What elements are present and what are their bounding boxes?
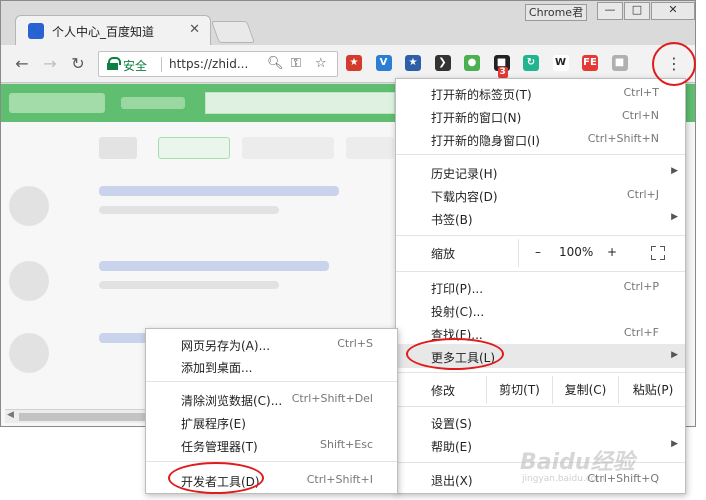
tab-title: 个人中心_百度知道 xyxy=(52,25,155,39)
avatar xyxy=(9,261,49,301)
menu-item-downloads[interactable]: 下载内容(D) Ctrl+J xyxy=(396,184,685,206)
watermark-brand: Baidu经验 xyxy=(520,450,635,475)
notes-ext-icon[interactable]: ■ 3 xyxy=(493,55,510,78)
chrome-main-menu: 打开新的标签页(T) Ctrl+T 打开新的窗口(N) Ctrl+N 打开新的隐… xyxy=(395,78,686,494)
forward-arrow-icon[interactable]: → xyxy=(39,53,61,75)
more-tools-submenu: 网页另存为(A)... Ctrl+S 添加到桌面... 清除浏览数据(C)...… xyxy=(145,328,398,494)
zoom-magnifier-icon[interactable]: 🔍︎ xyxy=(267,56,284,71)
menu-item-save-page[interactable]: 网页另存为(A)... Ctrl+S xyxy=(146,333,397,355)
menu-item-find[interactable]: 查找(F)... Ctrl+F xyxy=(396,322,685,344)
menu-divider xyxy=(396,372,685,373)
fe-ext-icon[interactable]: FE xyxy=(582,55,598,71)
dark-ext-icon[interactable]: ❯ xyxy=(434,55,451,71)
zoom-label: 缩放 xyxy=(431,247,456,261)
paw-icon: 🐾 xyxy=(28,23,44,39)
menu-item-bookmarks[interactable]: 书签(B) ▶ xyxy=(396,207,685,229)
page-tab xyxy=(99,137,137,159)
menu-item-incognito[interactable]: 打开新的隐身窗口(I) Ctrl+Shift+N xyxy=(396,128,685,150)
zoom-level: 100% xyxy=(559,245,594,259)
avatar xyxy=(9,186,49,226)
menu-item-more-tools[interactable]: 更多工具(L) ▶ xyxy=(396,344,685,368)
w-ext-icon[interactable]: W xyxy=(552,55,569,71)
zoom-in-button[interactable]: + xyxy=(607,245,617,259)
watermark-url: jingyan.baidu.com xyxy=(522,474,606,484)
address-bar[interactable]: 安全 https://zhid... 🔍︎ ⚿ ☆ xyxy=(98,51,338,77)
menu-item-new-window[interactable]: 打开新的窗口(N) Ctrl+N xyxy=(396,105,685,127)
reload-icon[interactable]: ↻ xyxy=(67,53,89,75)
page-tab xyxy=(346,137,394,159)
avatar xyxy=(9,333,49,373)
page-tab xyxy=(158,137,230,159)
extension-badge: 3 xyxy=(497,67,508,78)
circle-ext-icon[interactable]: ● xyxy=(464,55,480,71)
header-search xyxy=(205,92,395,114)
key-icon[interactable]: ⚿ xyxy=(291,56,301,71)
edit-label: 修改 xyxy=(431,384,456,398)
menu-divider xyxy=(146,461,397,462)
menu-divider xyxy=(396,154,685,155)
minimize-button[interactable]: — xyxy=(597,2,623,20)
list-item xyxy=(9,186,399,226)
bookmark-star-icon[interactable]: ☆ xyxy=(315,56,327,71)
menu-item-extensions[interactable]: 扩展程序(E) xyxy=(146,411,397,433)
cut-button[interactable]: 剪切(T) xyxy=(486,376,552,404)
sync-ext-icon[interactable]: ↻ xyxy=(523,55,539,71)
copy-button[interactable]: 复制(C) xyxy=(552,376,618,404)
fullscreen-icon[interactable] xyxy=(651,246,665,260)
menu-divider xyxy=(396,406,685,407)
submenu-arrow-icon: ▶ xyxy=(671,350,678,360)
edit-row: 修改 剪切(T) 复制(C) 粘贴(P) xyxy=(396,376,685,404)
new-tab-button[interactable] xyxy=(210,21,256,43)
omnibox-divider xyxy=(161,57,162,72)
maximize-button[interactable]: □ xyxy=(624,2,650,20)
zoom-row: 缩放 – 100% + xyxy=(396,239,685,267)
chrome-menu-icon[interactable]: ⋮ xyxy=(665,53,683,75)
menu-item-print[interactable]: 打印(P)... Ctrl+P xyxy=(396,276,685,298)
menu-item-clear-data[interactable]: 清除浏览数据(C)... Ctrl+Shift+Del xyxy=(146,388,397,410)
baidu-watermark: Baidu经验 jingyan.baidu.com xyxy=(520,444,700,498)
menu-item-new-tab[interactable]: 打开新的标签页(T) Ctrl+T xyxy=(396,82,685,104)
paste-button[interactable]: 粘贴(P) xyxy=(618,376,687,404)
menu-divider xyxy=(396,271,685,272)
page-tab xyxy=(242,137,334,159)
menu-item-settings[interactable]: 设置(S) xyxy=(396,411,685,433)
gray-ext-icon[interactable]: ■ xyxy=(611,55,628,71)
submenu-arrow-icon: ▶ xyxy=(671,212,678,222)
lock-icon xyxy=(107,57,121,70)
zoom-controls: – 100% + xyxy=(518,239,687,267)
site-logo xyxy=(9,93,105,113)
v-ext-icon[interactable]: V xyxy=(375,55,392,71)
secure-label: 安全 xyxy=(123,59,148,73)
menu-divider xyxy=(146,381,397,382)
close-window-button[interactable]: ✕ xyxy=(651,2,695,20)
list-item xyxy=(9,261,399,301)
submenu-arrow-icon: ▶ xyxy=(671,166,678,176)
menu-item-add-to-desktop[interactable]: 添加到桌面... xyxy=(146,355,397,377)
profile-badge[interactable]: Chrome君 xyxy=(525,4,587,21)
star-ext-icon[interactable]: ★ xyxy=(405,55,421,71)
tab-close-icon[interactable]: ✕ xyxy=(189,22,200,37)
back-arrow-icon[interactable]: ← xyxy=(11,53,33,75)
menu-item-cast[interactable]: 投射(C)... xyxy=(396,299,685,321)
menu-item-history[interactable]: 历史记录(H) ▶ xyxy=(396,161,685,183)
menu-item-task-manager[interactable]: 任务管理器(T) Shift+Esc xyxy=(146,434,397,456)
zoom-out-button[interactable]: – xyxy=(535,245,541,259)
url-text[interactable]: https://zhid... xyxy=(169,57,248,71)
menu-divider xyxy=(396,235,685,236)
flag-ext-icon[interactable]: ★ xyxy=(346,55,362,71)
scroll-left-icon[interactable]: ◀ xyxy=(7,410,14,420)
menu-item-developer-tools[interactable]: 开发者工具(D) Ctrl+Shift+I xyxy=(146,469,397,491)
title-bar: 🐾 个人中心_百度知道 ✕ Chrome君 — □ ✕ xyxy=(1,1,695,45)
browser-tab[interactable]: 🐾 个人中心_百度知道 ✕ xyxy=(15,15,211,45)
header-nav xyxy=(121,97,185,109)
